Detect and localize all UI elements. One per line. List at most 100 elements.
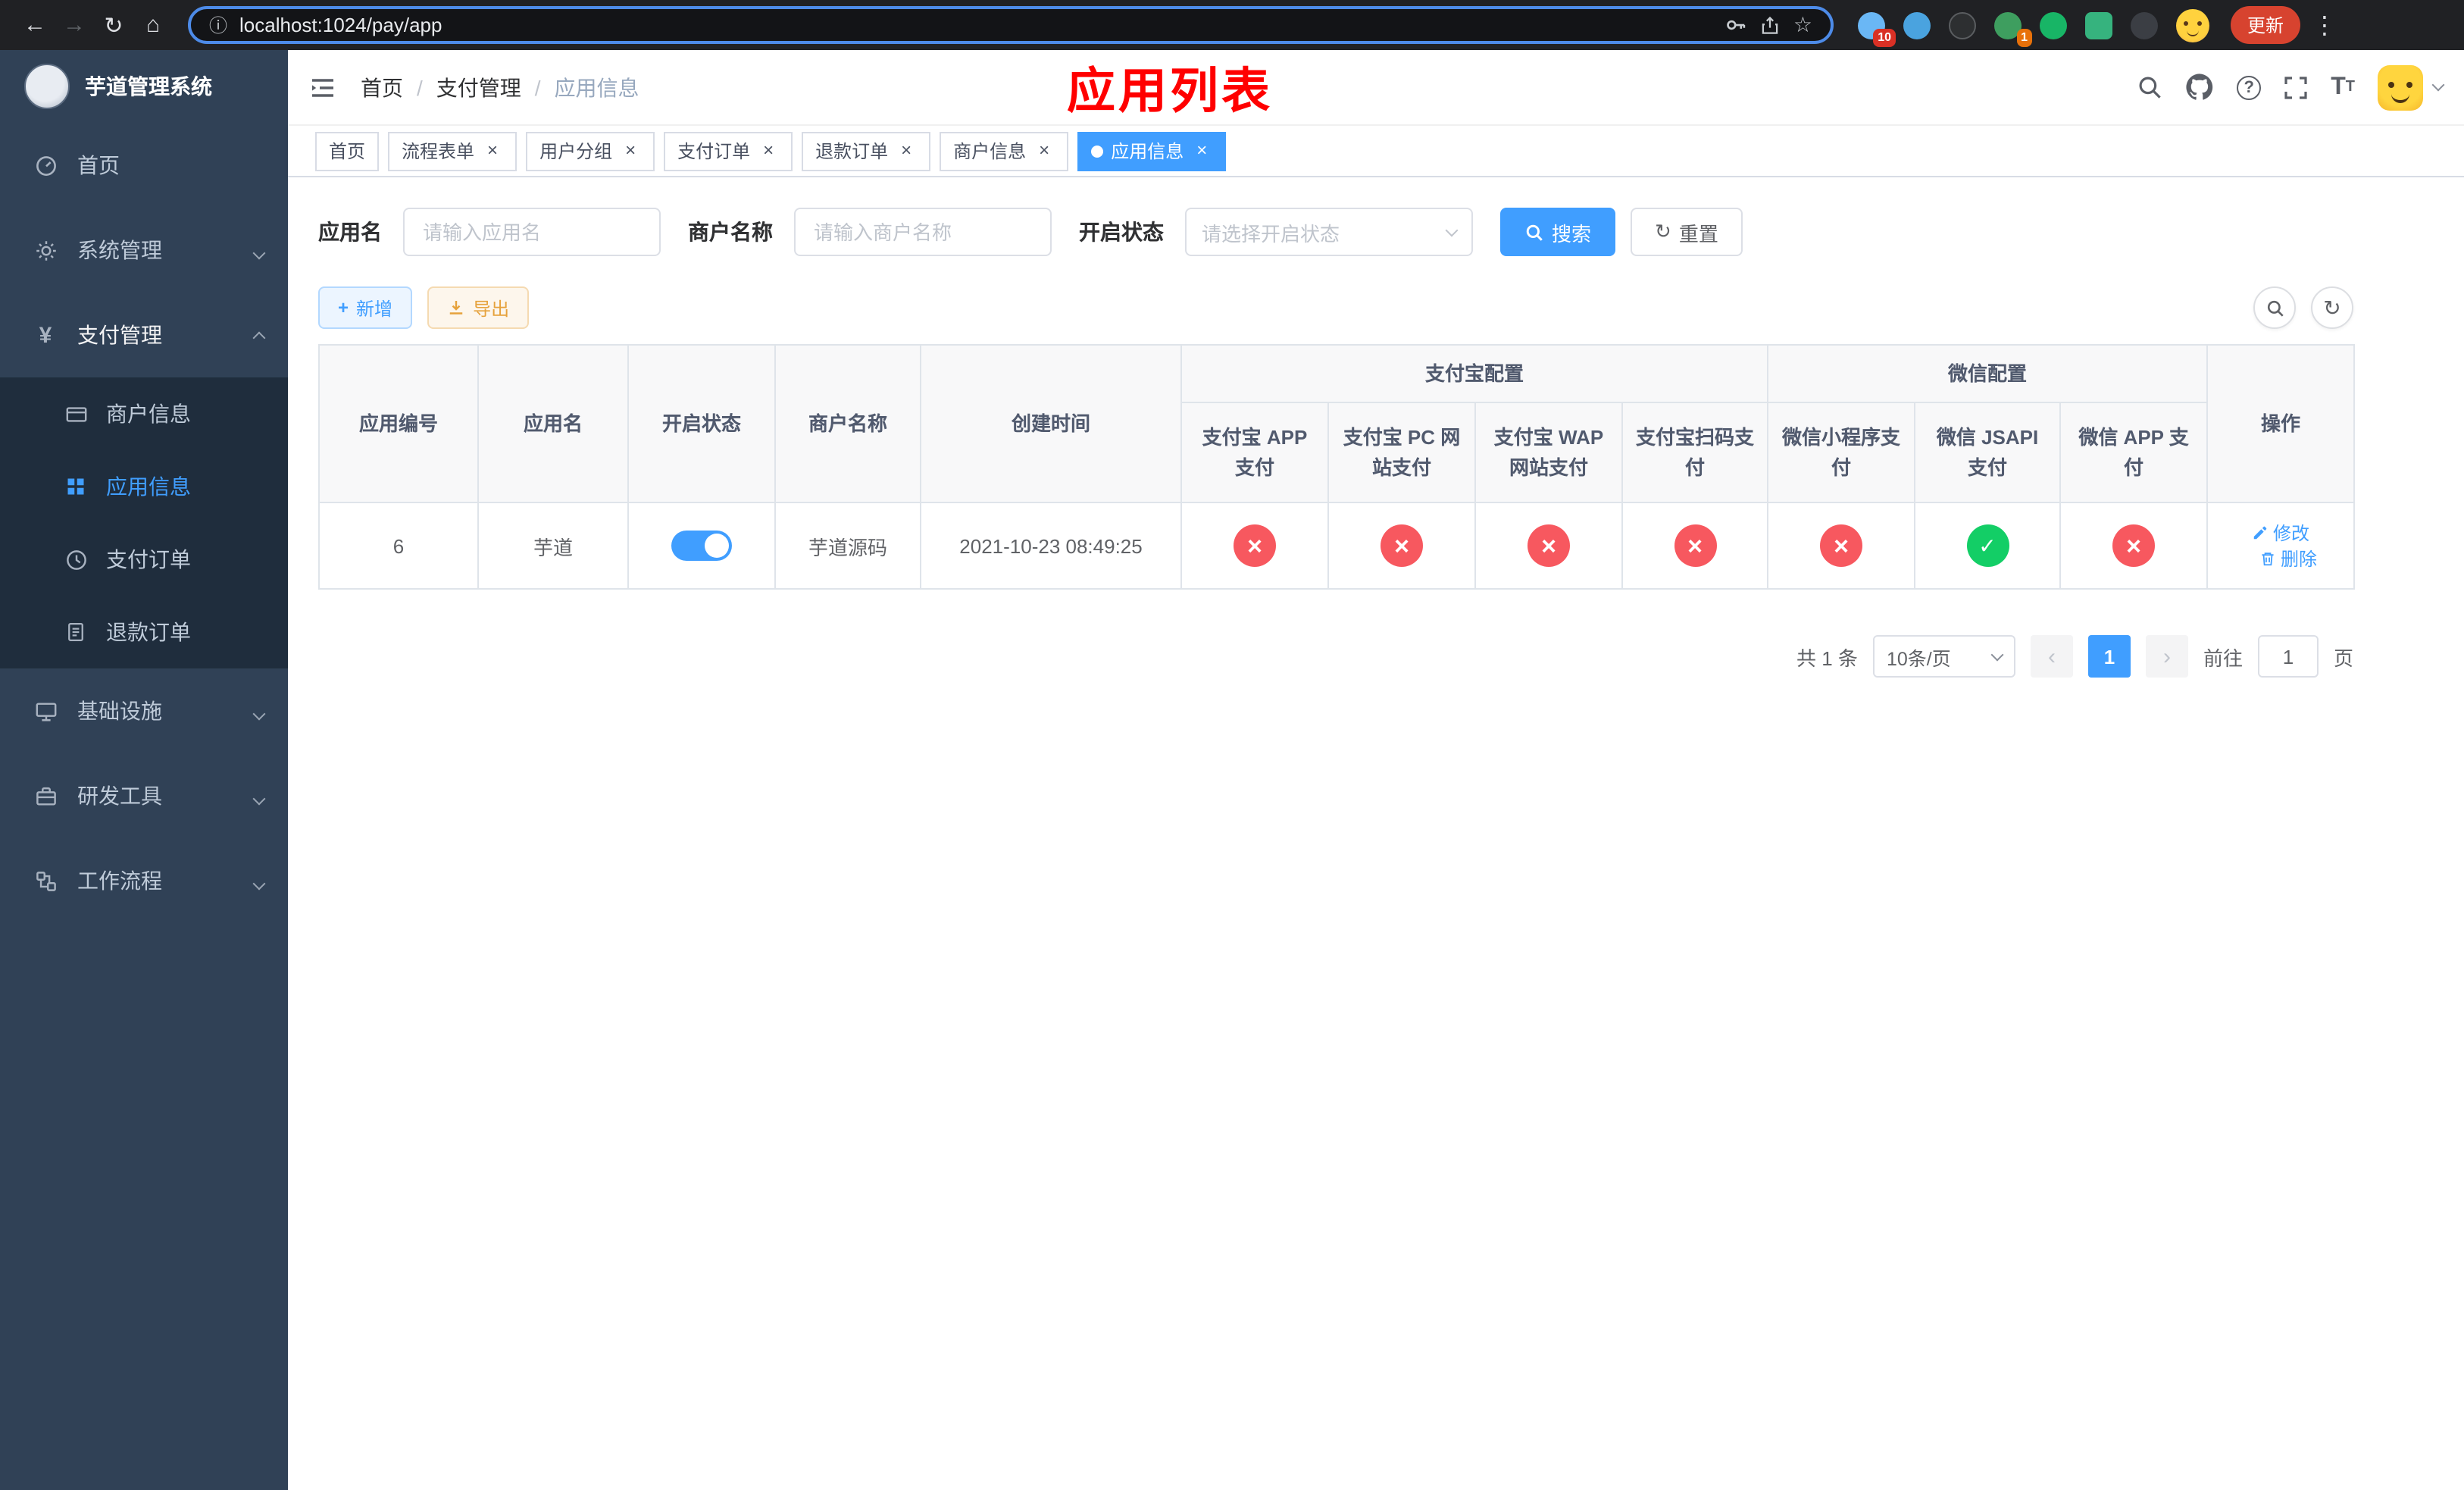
sidebar-item-devtools[interactable]: 研发工具 — [0, 753, 288, 838]
browser-menu-icon[interactable] — [2312, 10, 2337, 40]
edit-link[interactable]: 修改 — [2252, 520, 2309, 546]
extension-icon[interactable] — [1903, 11, 1931, 39]
toolbox-icon — [33, 784, 58, 807]
bookmark-star-icon[interactable] — [1793, 12, 1812, 38]
toggle-search-button[interactable] — [2253, 286, 2296, 329]
app-name-input[interactable] — [403, 208, 661, 256]
browser-profile-avatar[interactable] — [2176, 8, 2209, 42]
search-icon — [2266, 299, 2283, 316]
table-toolbar: 新增 导出 — [318, 286, 2353, 329]
sidebar-item-system[interactable]: 系统管理 — [0, 208, 288, 293]
export-button-label: 导出 — [473, 298, 510, 319]
navbar: 首页 / 支付管理 / 应用信息 应用列表 — [288, 50, 2464, 126]
tab-close-icon[interactable] — [758, 140, 779, 161]
browser-reload-button[interactable] — [94, 5, 133, 45]
tab-label: 用户分组 — [539, 141, 613, 162]
share-icon[interactable] — [1760, 14, 1781, 36]
browser-home-button[interactable] — [133, 5, 173, 45]
status-label: 开启状态 — [1079, 220, 1164, 244]
status-select[interactable]: 请选择开启状态 — [1185, 208, 1473, 256]
sidebar-item-workflow[interactable]: 工作流程 — [0, 838, 288, 923]
breadcrumb-home[interactable]: 首页 — [361, 72, 403, 102]
sidebar-item-app-info[interactable]: 应用信息 — [0, 450, 288, 523]
font-size-icon[interactable] — [2331, 74, 2355, 101]
tab-close-icon[interactable] — [1191, 140, 1212, 161]
refresh-icon — [1655, 220, 1671, 244]
sidebar-item-infrastructure[interactable]: 基础设施 — [0, 668, 288, 753]
extension-icon[interactable]: 1 — [1994, 11, 2032, 46]
sidebar-logo[interactable]: 芋道管理系统 — [0, 50, 288, 123]
sidebar-item-pay-order[interactable]: 支付订单 — [0, 523, 288, 596]
hamburger-icon[interactable] — [288, 75, 358, 99]
goto-page-input[interactable] — [2257, 635, 2319, 678]
toggle-knob — [705, 534, 729, 558]
add-button[interactable]: 新增 — [318, 286, 413, 329]
next-page-button[interactable] — [2145, 635, 2188, 678]
cell-alipay-scan — [1621, 502, 1769, 590]
tab-home[interactable]: 首页 — [315, 131, 380, 171]
column-header-created: 创建时间 — [920, 344, 1182, 503]
tab-pay-order[interactable]: 支付订单 — [664, 131, 793, 171]
refresh-table-button[interactable] — [2311, 286, 2353, 329]
extension-icon[interactable] — [2085, 11, 2112, 39]
prev-page-button[interactable] — [2030, 635, 2073, 678]
breadcrumb-separator: / — [417, 75, 423, 99]
tab-refund-order[interactable]: 退款订单 — [802, 131, 931, 171]
column-header-wechat-jsapi: 微信 JSAPI 支付 — [1914, 402, 2062, 503]
breadcrumb-payment[interactable]: 支付管理 — [436, 72, 521, 102]
reset-button[interactable]: 重置 — [1631, 208, 1743, 256]
tab-close-icon[interactable] — [896, 140, 917, 161]
chrome-update-button[interactable]: 更新 — [2231, 6, 2301, 44]
sidebar-item-label: 支付订单 — [106, 547, 191, 571]
active-tab-dot — [1091, 145, 1104, 157]
help-icon[interactable] — [2237, 75, 2262, 99]
status-error-icon — [2112, 524, 2156, 567]
merchant-name-input[interactable] — [794, 208, 1052, 256]
tab-app-info[interactable]: 应用信息 — [1077, 131, 1227, 171]
github-icon[interactable] — [2185, 73, 2214, 102]
search-button-label: 搜索 — [1552, 222, 1592, 245]
table-row: 6 芋道 芋道源码 2021-10-23 08:49:25 × × × × × … — [318, 502, 2356, 590]
page-size-select[interactable]: 10条/页 — [1872, 635, 2015, 678]
logo-avatar — [24, 64, 70, 109]
search-button[interactable]: 搜索 — [1500, 208, 1616, 256]
dashboard-icon — [33, 154, 58, 177]
search-icon[interactable] — [2137, 74, 2162, 100]
extension-icon[interactable] — [2131, 11, 2158, 39]
extension-icon[interactable] — [1949, 11, 1976, 39]
chevron-down-icon — [252, 869, 266, 893]
tab-close-icon[interactable] — [482, 140, 503, 161]
address-bar[interactable]: localhost:1024/pay/app — [188, 6, 1834, 44]
extension-icon[interactable] — [2040, 11, 2067, 39]
cell-alipay-wap — [1474, 502, 1623, 590]
sidebar-item-merchant-info[interactable]: 商户信息 — [0, 377, 288, 450]
pagination-total: 共 1 条 — [1796, 646, 1858, 669]
browser-back-button[interactable] — [15, 5, 55, 45]
user-menu[interactable] — [2378, 64, 2445, 110]
extension-badge: 10 — [1873, 28, 1896, 46]
cell-actions: 修改 删除 — [2206, 502, 2356, 590]
sidebar-item-payment[interactable]: 支付管理 — [0, 293, 288, 377]
current-page-button[interactable]: 1 — [2087, 635, 2131, 678]
screen: localhost:1024/pay/app 10 1 — [0, 0, 2464, 1490]
fullscreen-icon[interactable] — [2284, 75, 2308, 99]
column-header-wechat-app: 微信 APP 支付 — [2059, 402, 2209, 503]
sidebar-item-refund-order[interactable]: 退款订单 — [0, 596, 288, 668]
status-toggle[interactable] — [671, 531, 732, 561]
column-header-actions: 操作 — [2206, 344, 2356, 503]
browser-forward-button[interactable] — [55, 5, 94, 45]
tab-close-icon[interactable] — [620, 140, 641, 161]
tab-process-form[interactable]: 流程表单 — [388, 131, 518, 171]
status-error-icon — [1527, 524, 1570, 567]
sidebar-item-label: 商户信息 — [106, 402, 191, 426]
password-key-icon[interactable] — [1725, 14, 1748, 36]
user-avatar — [2378, 64, 2423, 110]
extension-icon[interactable]: 10 — [1858, 11, 1896, 46]
tab-user-group[interactable]: 用户分组 — [526, 131, 655, 171]
sidebar-item-home[interactable]: 首页 — [0, 123, 288, 208]
site-info-icon[interactable] — [209, 12, 227, 38]
tab-merchant-info[interactable]: 商户信息 — [940, 131, 1069, 171]
delete-link[interactable]: 删除 — [2259, 546, 2317, 571]
tab-close-icon[interactable] — [1033, 140, 1055, 161]
export-button[interactable]: 导出 — [427, 286, 530, 329]
